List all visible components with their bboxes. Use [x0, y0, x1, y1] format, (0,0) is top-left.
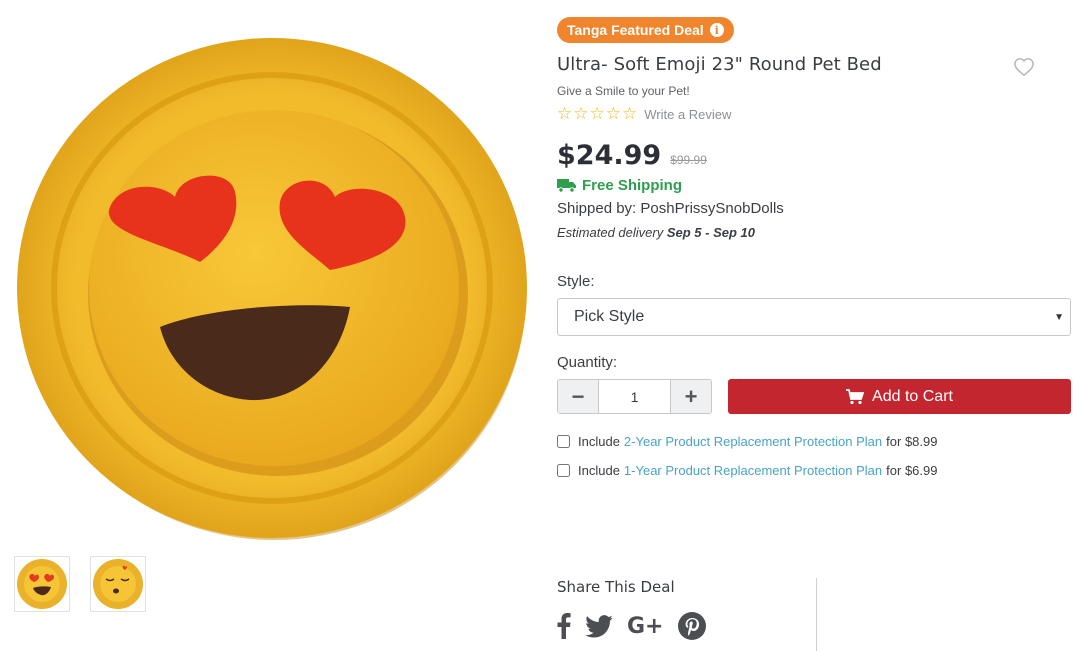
plan-prefix: Include: [578, 434, 620, 449]
share-icons: G+: [557, 612, 706, 640]
pinterest-icon[interactable]: [677, 612, 706, 640]
star-outline-icon[interactable]: ☆: [606, 105, 621, 122]
featured-deal-badge: Tanga Featured Deal i: [557, 17, 734, 43]
heart-icon[interactable]: [1013, 57, 1035, 77]
plan-prefix: Include: [578, 463, 620, 478]
product-subtitle: Give a Smile to your Pet!: [557, 84, 690, 98]
quantity-stepper: − 1 +: [557, 379, 712, 414]
product-title: Ultra- Soft Emoji 23" Round Pet Bed: [557, 54, 882, 75]
thumbnail-heart-eyes[interactable]: [14, 556, 70, 612]
quantity-plus-button[interactable]: +: [671, 380, 711, 413]
star-outline-icon[interactable]: ☆: [590, 105, 605, 122]
protection-plan-1yr[interactable]: Include 1-Year Product Replacement Prote…: [557, 463, 1072, 478]
estimated-delivery: Estimated delivery Sep 5 - Sep 10: [557, 225, 1072, 240]
thumbnail-kiss-face[interactable]: [90, 556, 146, 612]
style-select[interactable]: Pick Style ▼: [557, 298, 1071, 336]
featured-deal-label: Tanga Featured Deal: [567, 22, 704, 38]
star-outline-icon[interactable]: ☆: [622, 105, 637, 122]
style-selected-value: Pick Style: [574, 308, 645, 325]
share-divider: [816, 578, 817, 651]
star-outline-icon[interactable]: ☆: [573, 105, 588, 122]
share-section: Share This Deal G+: [557, 578, 706, 640]
star-outline-icon[interactable]: ☆: [557, 105, 572, 122]
share-title: Share This Deal: [557, 578, 675, 596]
delivery-prefix: Estimated delivery: [557, 225, 664, 240]
quantity-row: − 1 + Add to Cart: [557, 379, 1072, 414]
google-plus-icon[interactable]: G+: [627, 614, 664, 639]
rating-row: ☆ ☆ ☆ ☆ ☆ Write a Review: [557, 105, 1072, 122]
quantity-label: Quantity:: [557, 354, 618, 371]
quantity-input[interactable]: 1: [598, 380, 671, 413]
delivery-range: Sep 5 - Sep 10: [666, 225, 755, 240]
product-details-panel: Tanga Featured Deal i Ultra- Soft Emoji …: [557, 17, 1072, 478]
twitter-icon[interactable]: [585, 614, 613, 638]
protection-plan-2yr-checkbox[interactable]: [557, 435, 570, 448]
quantity-minus-button[interactable]: −: [558, 380, 598, 413]
plan-price: for $8.99: [886, 434, 938, 449]
write-review-link[interactable]: Write a Review: [644, 107, 731, 122]
shipped-by: Shipped by: PoshPrissySnobDolls: [557, 200, 784, 217]
protection-plan-1yr-link[interactable]: 1-Year Product Replacement Protection Pl…: [624, 463, 882, 478]
free-shipping-label: Free Shipping: [582, 177, 683, 194]
cart-icon: [846, 388, 865, 404]
protection-plan-2yr[interactable]: Include 2-Year Product Replacement Prote…: [557, 434, 1072, 449]
original-price: $99.99: [670, 153, 707, 167]
facebook-icon[interactable]: [557, 613, 571, 639]
plan-price: for $6.99: [886, 463, 938, 478]
style-label: Style:: [557, 273, 595, 290]
add-to-cart-label: Add to Cart: [872, 387, 953, 405]
kiss-emoji-thumb-icon: [93, 559, 143, 609]
protection-plan-1yr-checkbox[interactable]: [557, 464, 570, 477]
thumbnail-strip: [14, 556, 146, 612]
protection-plan-2yr-link[interactable]: 2-Year Product Replacement Protection Pl…: [624, 434, 882, 449]
truck-icon: [557, 179, 576, 193]
heart-eyes-emoji-thumb-icon: [17, 559, 67, 609]
caret-down-icon: ▼: [1054, 311, 1064, 323]
price-row: $24.99 $99.99: [557, 140, 1072, 171]
product-main-image: [17, 38, 527, 540]
free-shipping: Free Shipping: [557, 177, 1072, 194]
info-icon[interactable]: i: [709, 23, 724, 37]
add-to-cart-button[interactable]: Add to Cart: [728, 379, 1071, 414]
sale-price: $24.99: [557, 140, 662, 171]
